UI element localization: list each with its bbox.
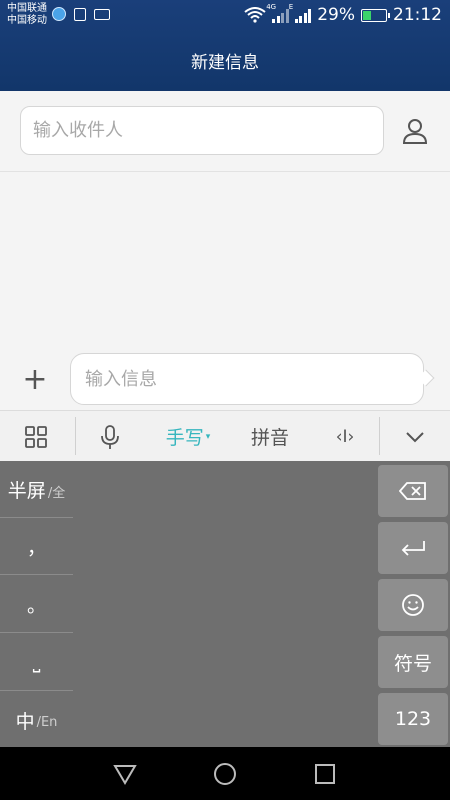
period-key[interactable]: 。	[0, 576, 73, 633]
symbols-key[interactable]: 符号	[378, 636, 448, 688]
signal-1-icon: 4G	[266, 3, 289, 23]
key-sublabel: /En	[36, 715, 58, 730]
recents-icon[interactable]	[312, 761, 338, 787]
recipient-input[interactable]	[33, 120, 371, 141]
keyboard-notification-icon	[94, 8, 110, 20]
comma-key[interactable]: ，	[0, 518, 73, 575]
page-title: 新建信息	[191, 53, 259, 73]
wifi-icon	[244, 7, 266, 23]
back-icon[interactable]	[112, 761, 138, 787]
top-bar: 中国联通 中国移动 4G E 29% 21:12 新建信息	[0, 0, 450, 91]
numbers-key[interactable]: 123	[378, 693, 448, 745]
key-label: 半屏	[7, 479, 46, 502]
space-key[interactable]: ⎵	[0, 634, 73, 691]
emoji-key[interactable]	[378, 579, 448, 631]
half-full-screen-key[interactable]: 半屏 /全	[0, 461, 73, 518]
backspace-key[interactable]	[378, 465, 448, 517]
collapse-keyboard-icon[interactable]	[395, 411, 435, 462]
key-label: 符号	[393, 652, 432, 675]
toolbar-divider	[379, 417, 380, 455]
microphone-icon[interactable]	[90, 411, 130, 462]
status-right: 4G E 29% 21:12	[244, 3, 442, 25]
divider	[0, 171, 450, 172]
language-switch-key[interactable]: 中 /En	[0, 692, 73, 749]
message-input[interactable]	[85, 368, 409, 390]
emoji-icon	[402, 594, 424, 616]
app-notification-icon	[52, 7, 66, 21]
key-label: ，	[26, 536, 46, 559]
battery-percent: 29%	[317, 5, 355, 25]
backspace-icon	[399, 482, 426, 500]
keyboard-toolbar: 手写 ▾ 拼音 ‹I›	[0, 410, 450, 461]
clock: 21:12	[393, 5, 442, 25]
enter-icon	[401, 541, 425, 556]
key-sublabel: /全	[47, 485, 66, 501]
left-key-column: 半屏 /全 ， 。 ⎵ 中 /En	[0, 461, 73, 747]
key-label: ⎵	[32, 651, 41, 673]
cursor-move-label: ‹I›	[335, 426, 355, 447]
handwrite-mode-tab[interactable]: 手写 ▾	[158, 411, 218, 462]
pinyin-mode-tab[interactable]: 拼音	[240, 411, 300, 462]
handwrite-label: 手写	[165, 427, 204, 449]
add-attachment-icon[interactable]: +	[20, 365, 50, 395]
dropdown-caret-icon: ▾	[205, 431, 211, 442]
key-label: 123	[394, 708, 432, 730]
navigation-bar	[0, 747, 450, 800]
battery-icon	[361, 8, 390, 22]
pinyin-label: 拼音	[250, 427, 289, 449]
grid-menu-icon[interactable]	[16, 411, 56, 462]
status-bar: 中国联通 中国移动 4G E 29% 21:12	[0, 0, 450, 34]
home-icon[interactable]	[212, 761, 238, 787]
signal-2-icon: E	[289, 3, 312, 23]
key-label: 中	[15, 711, 35, 733]
toolbar-divider	[75, 417, 76, 455]
carrier-info: 中国联通 中国移动	[7, 3, 47, 27]
network-type-2: E	[288, 3, 294, 11]
contact-icon[interactable]	[400, 116, 430, 146]
recipient-field[interactable]	[20, 106, 384, 155]
keyboard-handwriting-area[interactable]: 半屏 /全 ， 。 ⎵ 中 /En 符号 123	[0, 461, 450, 747]
network-type-1: 4G	[266, 3, 277, 11]
notification-icons	[52, 7, 110, 21]
key-label: 。	[26, 594, 46, 617]
upload-notification-icon	[74, 7, 86, 21]
carrier-2: 中国移动	[7, 15, 47, 26]
message-field[interactable]	[70, 353, 424, 405]
cursor-move-icon[interactable]: ‹I›	[325, 411, 365, 462]
carrier-1: 中国联通	[7, 3, 47, 14]
enter-key[interactable]	[378, 522, 448, 574]
